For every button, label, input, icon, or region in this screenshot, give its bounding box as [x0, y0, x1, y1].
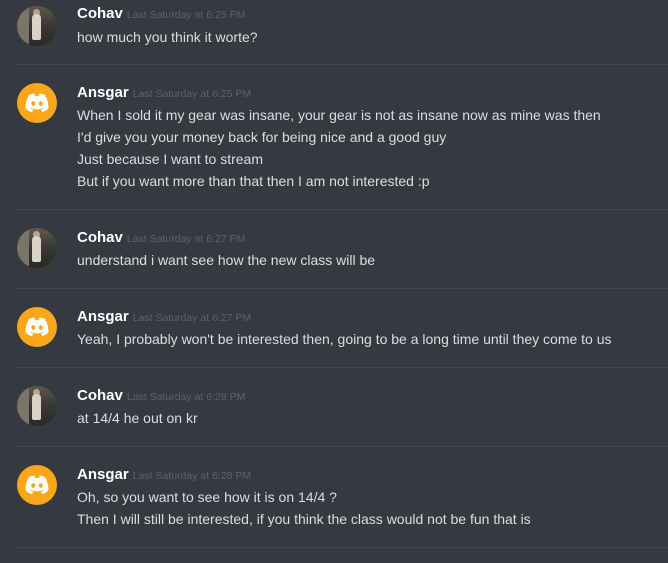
- user-avatar[interactable]: [17, 386, 57, 426]
- message-author[interactable]: Ansgar Last Saturday at 6:27 PM: [77, 308, 251, 325]
- message-author[interactable]: Cohav Last Saturday at 6:25 PM: [77, 5, 245, 22]
- message-text: I'd give you your money back for being n…: [77, 129, 447, 145]
- message-divider: [16, 446, 668, 447]
- message-divider: [16, 288, 668, 289]
- message-timestamp: Last Saturday at 6:27 PM: [132, 312, 252, 324]
- message-text: how much you think it worte?: [77, 29, 258, 45]
- discord-avatar[interactable]: [17, 465, 57, 505]
- message-timestamp: Last Saturday at 6:25 PM: [126, 9, 246, 21]
- message-text: Yeah, I probably won't be interested the…: [77, 331, 612, 347]
- discord-logo-icon: [25, 317, 49, 336]
- message-text: Then I will still be interested, if you …: [77, 511, 531, 527]
- message-divider: [16, 547, 668, 548]
- message-divider: [16, 64, 668, 65]
- message-divider: [16, 367, 668, 368]
- user-avatar[interactable]: [17, 228, 57, 268]
- message-text: When I sold it my gear was insane, your …: [77, 107, 601, 123]
- message-timestamp: Last Saturday at 6:28 PM: [126, 391, 246, 403]
- message-divider: [16, 209, 668, 210]
- message-author[interactable]: Cohav Last Saturday at 6:27 PM: [77, 229, 245, 246]
- message-author[interactable]: Ansgar Last Saturday at 6:28 PM: [77, 466, 251, 483]
- discord-logo-icon: [25, 93, 49, 112]
- discord-avatar[interactable]: [17, 307, 57, 347]
- message-text: Just because I want to stream: [77, 151, 263, 167]
- message-text: at 14/4 he out on kr: [77, 410, 198, 426]
- message-text: But if you want more than that then I am…: [77, 173, 430, 189]
- discord-logo-icon: [25, 475, 49, 494]
- message-author[interactable]: Ansgar Last Saturday at 6:25 PM: [77, 84, 251, 101]
- message-timestamp: Last Saturday at 6:25 PM: [132, 88, 252, 100]
- message-text: understand i want see how the new class …: [77, 252, 376, 268]
- message-text: Oh, so you want to see how it is on 14/4…: [77, 489, 337, 505]
- discord-avatar[interactable]: [17, 83, 57, 123]
- message-timestamp: Last Saturday at 6:28 PM: [132, 470, 252, 482]
- user-avatar[interactable]: [17, 6, 57, 46]
- message-author[interactable]: Cohav Last Saturday at 6:28 PM: [77, 387, 245, 404]
- message-timestamp: Last Saturday at 6:27 PM: [126, 233, 246, 245]
- chat-messages: Cohav Last Saturday at 6:25 PM how much y…: [0, 0, 668, 563]
